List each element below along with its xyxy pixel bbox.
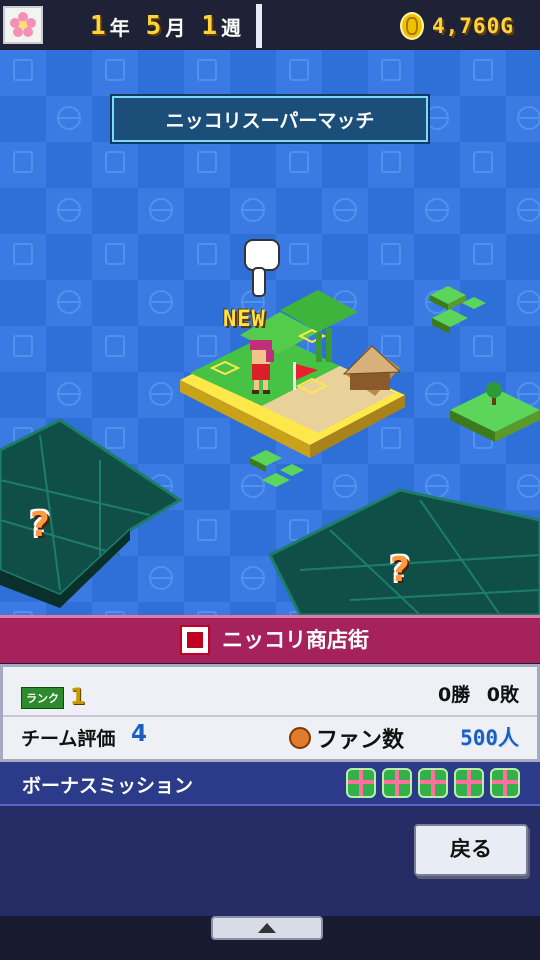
year-value: 1 — [90, 11, 106, 41]
week-unit: 週 — [220, 15, 241, 40]
location-name: ニッコリ商店街 — [222, 628, 369, 652]
year-unit: 年 — [109, 15, 130, 40]
money-amount: 4,760G — [432, 14, 514, 38]
team-rating-label: チーム評価 — [21, 728, 116, 750]
gift-icon — [490, 768, 520, 798]
unknown-location-marker-right[interactable]: ? — [390, 550, 410, 590]
team-rating-value: 4 — [131, 721, 148, 747]
gift-icon — [382, 768, 412, 798]
week-value: 1 — [201, 11, 217, 41]
world-map[interactable]: ニッコリスーパーマッチ NEW ? ? — [0, 50, 540, 615]
up-arrow-icon — [258, 923, 276, 933]
gift-icon — [346, 768, 376, 798]
shop-icon — [180, 625, 210, 655]
flower-menu-button[interactable] — [3, 6, 43, 44]
rank: ランク 1 — [21, 685, 85, 710]
fan-icon — [289, 727, 311, 749]
flower-icon — [10, 12, 36, 37]
gift-icon — [454, 768, 484, 798]
week-progress-bar — [256, 4, 262, 48]
rank-badge: ランク — [21, 686, 64, 709]
divider — [3, 715, 537, 717]
top-bar: 1 年 5 月 1 週 4,760G — [0, 0, 540, 50]
gift-icon — [418, 768, 448, 798]
month-value: 5 — [145, 11, 162, 41]
bonus-gifts — [346, 768, 520, 798]
back-button[interactable]: 戻る — [414, 824, 528, 876]
game-date: 1 年 5 月 1 週 — [90, 8, 257, 44]
coin-icon — [400, 12, 424, 40]
area-title: ニッコリスーパーマッチ — [112, 96, 428, 142]
bonus-mission-bar[interactable]: ボーナスミッション — [0, 762, 540, 806]
fan-count-label: ファン数 — [316, 728, 405, 753]
location-header: ニッコリ商店街 — [0, 615, 540, 663]
new-label: NEW — [223, 307, 266, 332]
bonus-mission-label: ボーナスミッション — [22, 775, 194, 797]
fan-count-value: 500人 — [460, 726, 519, 750]
unknown-location-marker-left[interactable]: ? — [30, 505, 50, 545]
location-info-panel: ランク 1 0勝 0敗 チーム評価 4 ファン数 500人 — [0, 664, 540, 762]
expand-menu-handle[interactable] — [211, 916, 323, 940]
win-loss-record: 0勝 0敗 — [437, 684, 519, 706]
month-unit: 月 — [165, 15, 186, 40]
rank-value: 1 — [70, 685, 86, 710]
